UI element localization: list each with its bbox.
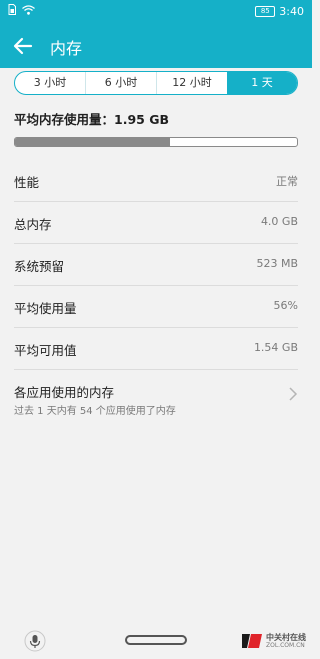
battery-icon: 85	[255, 6, 276, 17]
chevron-right-icon	[289, 387, 298, 401]
row-label: 总内存	[14, 217, 52, 232]
row-value: 4.0 GB	[260, 215, 298, 228]
wifi-icon	[22, 4, 35, 15]
memory-stats-list: 性能 正常 总内存 4.0 GB 系统预留 523 MB 平均使用量 56% 平…	[0, 160, 312, 422]
home-gesture-bar[interactable]	[125, 635, 187, 645]
memory-usage-fill	[15, 138, 171, 146]
status-icons-right: 85 3:40	[255, 5, 304, 18]
row-label: 平均使用量	[14, 301, 77, 316]
app-usage-subtitle: 过去 1 天内有 54 个应用使用了内存	[14, 406, 176, 417]
list-item-total-memory: 总内存 4.0 GB	[14, 202, 298, 244]
tab-3-hours[interactable]: 3 小时	[15, 72, 85, 94]
row-value: 正常	[276, 175, 298, 188]
tab-6-hours[interactable]: 6 小时	[85, 72, 156, 94]
row-label: 系统预留	[14, 259, 65, 274]
microphone-icon[interactable]	[24, 630, 46, 652]
back-arrow-icon[interactable]	[10, 33, 36, 59]
row-label: 平均可用值	[14, 343, 77, 358]
sim-card-icon	[8, 4, 16, 15]
tab-12-hours[interactable]: 12 小时	[156, 72, 227, 94]
list-item-performance: 性能 正常	[14, 160, 298, 202]
row-value: 56%	[273, 299, 298, 312]
watermark: 中关村在线 ZOL.COM.CN	[241, 632, 306, 650]
status-time: 3:40	[279, 5, 304, 18]
watermark-url: ZOL.COM.CN	[266, 641, 305, 649]
header-bar: 内存	[0, 24, 312, 68]
tab-1-day[interactable]: 1 天	[227, 72, 297, 94]
row-value: 1.54 GB	[253, 341, 298, 354]
page-title: 内存	[50, 39, 83, 58]
zol-logo-icon	[242, 634, 262, 648]
list-item-average-usage: 平均使用量 56%	[14, 286, 298, 328]
average-memory-usage-label: 平均内存使用量：1.95 GB	[14, 112, 169, 127]
list-item-average-available: 平均可用值 1.54 GB	[14, 328, 298, 370]
memory-usage-bar	[14, 137, 298, 147]
status-icons-left	[8, 4, 35, 15]
watermark-name: 中关村在线	[266, 632, 306, 642]
list-item-system-reserved: 系统预留 523 MB	[14, 244, 298, 286]
row-label: 性能	[14, 175, 40, 190]
status-bar: 85 3:40	[0, 0, 312, 24]
app-usage-title: 各应用使用的内存	[14, 385, 115, 400]
row-value: 523 MB	[256, 257, 298, 270]
list-item-app-memory-usage[interactable]: 各应用使用的内存 过去 1 天内有 54 个应用使用了内存	[14, 370, 298, 422]
time-range-selector: 3 小时 6 小时 12 小时 1 天	[14, 71, 298, 95]
